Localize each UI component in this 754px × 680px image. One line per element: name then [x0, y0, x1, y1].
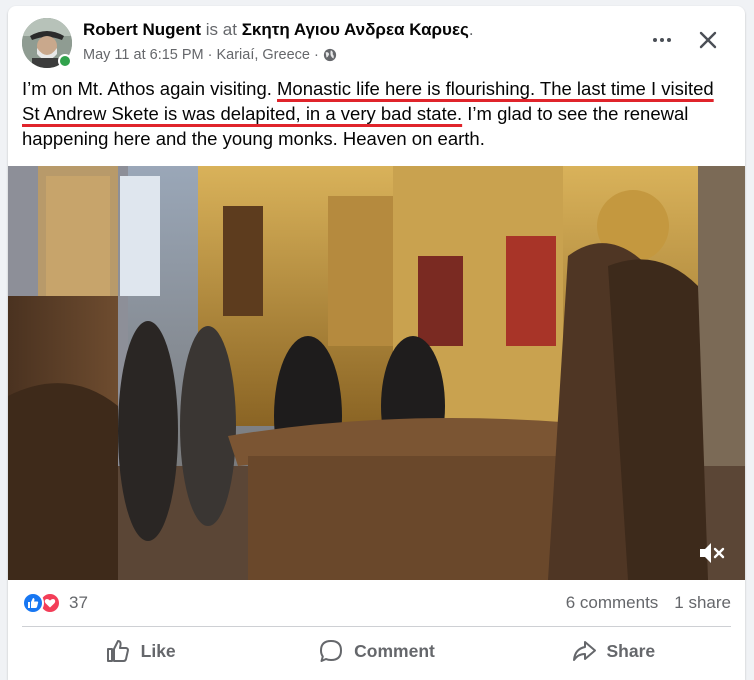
like-button[interactable]: Like	[22, 628, 258, 674]
comment-bubble-icon	[320, 640, 343, 662]
globe-icon[interactable]	[323, 48, 337, 62]
like-reaction-icon	[22, 592, 44, 614]
action-bar: Like Comment Share	[22, 628, 731, 674]
author-line: Robert Nugent is at Σκητη Αγιου Ανδρεα Κ…	[83, 20, 474, 40]
comment-button[interactable]: Comment	[258, 628, 494, 674]
reactions-summary[interactable]: 37	[22, 592, 88, 614]
post-header: Robert Nugent is at Σκητη Αγιου Ανδρεα Κ…	[8, 6, 745, 70]
shares-count[interactable]: 1 share	[674, 593, 731, 613]
share-arrow-icon	[572, 641, 596, 661]
meta-separator-2: ·	[313, 47, 319, 63]
is-at-label: is at	[205, 20, 237, 39]
engagement-stats: 6 comments 1 share	[566, 593, 731, 613]
thumbs-up-icon	[106, 640, 129, 662]
comments-count[interactable]: 6 comments	[566, 593, 659, 613]
video-frame	[8, 166, 745, 580]
share-label: Share	[606, 640, 656, 661]
more-options-icon[interactable]	[648, 28, 676, 52]
post-text: I’m on Mt. Athos again visiting. Monasti…	[22, 76, 722, 151]
reaction-count: 37	[69, 593, 88, 612]
divider	[22, 626, 731, 627]
comment-label: Comment	[354, 640, 435, 661]
online-status-dot	[58, 54, 72, 68]
close-icon[interactable]	[694, 26, 722, 54]
post-video[interactable]	[8, 166, 745, 580]
author-name[interactable]: Robert Nugent	[83, 20, 201, 39]
post-date[interactable]: May 11 at 6:15 PM	[83, 47, 204, 63]
post-meta: May 11 at 6:15 PM · Kariaí, Greece ·	[83, 47, 337, 63]
post-card: Robert Nugent is at Σκητη Αγιου Ανδρεα Κ…	[8, 6, 745, 680]
post-text-part1: I’m on Mt. Athos again visiting.	[22, 78, 278, 99]
place-name[interactable]: Σκητη Αγιου Ανδρεα Καρυες	[242, 20, 469, 39]
place-suffix: .	[468, 20, 474, 39]
like-label: Like	[140, 640, 176, 661]
post-location[interactable]: Kariaí, Greece	[216, 47, 310, 63]
meta-separator: ·	[207, 47, 213, 63]
share-button[interactable]: Share	[495, 628, 731, 674]
mute-icon[interactable]	[697, 540, 727, 566]
